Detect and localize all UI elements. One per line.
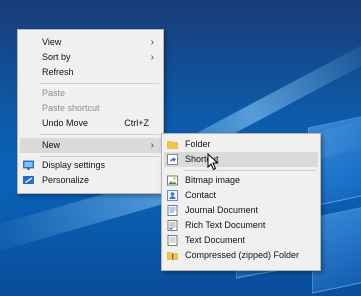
menu-item-view[interactable]: View › (20, 35, 161, 50)
menu-item-label: View (42, 37, 62, 47)
menu-separator (184, 170, 316, 171)
menu-item-label: Refresh (42, 67, 74, 77)
menu-item-label: Text Document (185, 235, 246, 245)
menu-item-sort-by[interactable]: Sort by › (20, 50, 161, 65)
desktop-context-menu: View › Sort by › Refresh Paste Paste sho… (17, 29, 164, 194)
display-settings-icon (23, 160, 34, 171)
rich-text-document-icon (167, 220, 178, 231)
menu-item-label: Compressed (zipped) Folder (185, 250, 300, 260)
menu-separator (40, 83, 159, 84)
menu-item-label: Personalize (42, 175, 90, 185)
chevron-right-icon: › (150, 140, 154, 151)
menu-item-label: Contact (185, 190, 217, 200)
menu-item-label: Journal Document (185, 205, 259, 215)
menu-item-label: Folder (185, 139, 211, 149)
menu-item-label: Rich Text Document (185, 220, 266, 230)
menu-separator (40, 156, 159, 157)
menu-item-label: Undo Move (42, 118, 89, 128)
compressed-folder-icon (167, 250, 178, 261)
keyboard-shortcut: Ctrl+Z (124, 118, 149, 128)
menu-item-label: Display settings (42, 160, 106, 170)
menu-item-label: Sort by (42, 52, 71, 62)
submenu-item-bitmap-image[interactable]: Bitmap image (164, 173, 318, 188)
menu-item-new[interactable]: New › (20, 138, 161, 153)
menu-item-paste[interactable]: Paste (20, 86, 161, 101)
submenu-item-journal-document[interactable]: Journal Document (164, 203, 318, 218)
personalize-icon (23, 175, 34, 186)
contact-icon (167, 190, 178, 201)
chevron-right-icon: › (150, 52, 154, 63)
mouse-cursor-icon (207, 152, 219, 171)
new-submenu: Folder Shortcut Bitmap image Contact Jou… (161, 133, 321, 271)
menu-item-label: Paste shortcut (42, 103, 100, 113)
menu-item-paste-shortcut[interactable]: Paste shortcut (20, 101, 161, 116)
chevron-right-icon: › (150, 37, 154, 48)
text-document-icon (167, 235, 178, 246)
menu-item-label: New (42, 140, 61, 150)
menu-item-display-settings[interactable]: Display settings (20, 158, 161, 173)
submenu-item-rich-text-document[interactable]: Rich Text Document (164, 218, 318, 233)
submenu-item-folder[interactable]: Folder (164, 137, 318, 152)
submenu-item-shortcut[interactable]: Shortcut (164, 152, 318, 167)
menu-item-label: Paste (42, 88, 66, 98)
menu-item-personalize[interactable]: Personalize (20, 173, 161, 188)
menu-item-refresh[interactable]: Refresh (20, 65, 161, 80)
shortcut-icon (167, 154, 178, 165)
menu-item-label: Bitmap image (185, 175, 241, 185)
submenu-item-contact[interactable]: Contact (164, 188, 318, 203)
menu-item-undo-move[interactable]: Undo Move Ctrl+Z (20, 116, 161, 131)
folder-icon (167, 139, 178, 150)
bitmap-image-icon (167, 175, 178, 186)
submenu-item-compressed-folder[interactable]: Compressed (zipped) Folder (164, 248, 318, 263)
menu-separator (40, 134, 159, 135)
journal-document-icon (167, 205, 178, 216)
submenu-item-text-document[interactable]: Text Document (164, 233, 318, 248)
